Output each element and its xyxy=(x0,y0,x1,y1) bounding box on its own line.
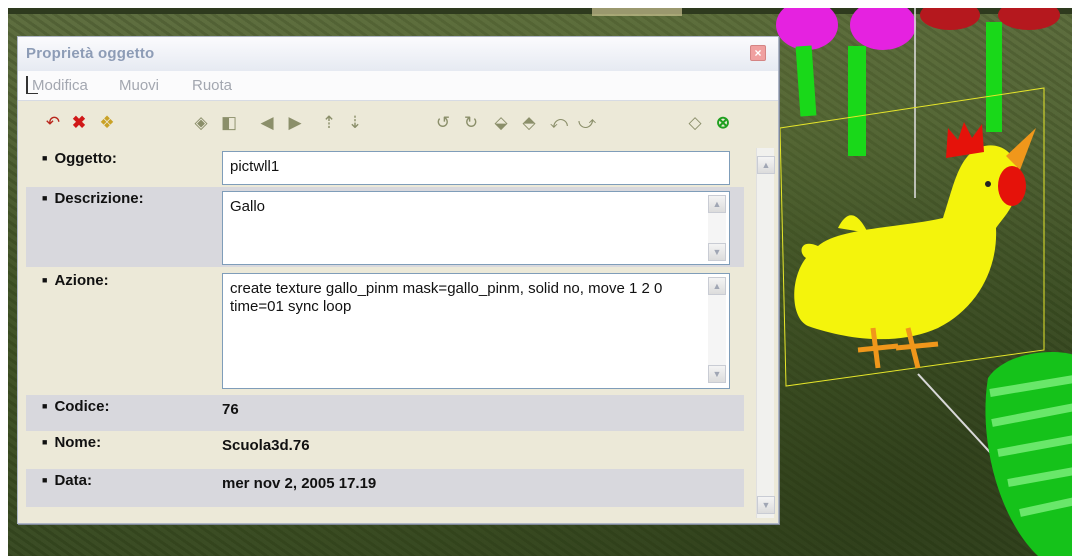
flower-red-2[interactable] xyxy=(998,8,1060,30)
green-striped-object[interactable] xyxy=(968,348,1072,556)
flower-red-1[interactable] xyxy=(920,8,980,30)
row-data: ■ Data: mer nov 2, 2005 17.19 xyxy=(26,469,744,507)
codice-value: 76 xyxy=(222,401,239,418)
menu-ruota[interactable]: Ruota xyxy=(192,77,232,94)
rooster-wattle xyxy=(998,166,1026,206)
window-title: Proprietà oggetto xyxy=(26,45,155,62)
oggetto-field[interactable]: pictwll1 xyxy=(222,151,730,185)
window-titlebar[interactable]: Proprietà oggetto × xyxy=(18,37,778,71)
roll-right-icon[interactable]: ⤻ xyxy=(576,111,598,133)
label-nome: ■ Nome: xyxy=(42,434,102,451)
label-codice: ■ Codice: xyxy=(42,398,110,415)
properties-grid: ■ Oggetto: pictwll1 ■ Descrizione: Gallo ▲… xyxy=(26,147,744,519)
menu-cursor xyxy=(26,76,28,94)
select-icon[interactable]: ⊗ xyxy=(712,111,734,133)
rooster-tail xyxy=(838,215,868,233)
move-up-icon[interactable]: ⇡ xyxy=(318,111,340,133)
descrizione-field[interactable]: Gallo xyxy=(222,191,730,265)
move-forward-icon[interactable]: ◀ xyxy=(256,111,278,133)
rooster-body xyxy=(794,145,1019,340)
properties-scrollbar[interactable]: ▲ ▼ xyxy=(756,148,775,518)
flower-magenta-1[interactable] xyxy=(776,8,838,50)
row-codice: ■ Codice: 76 xyxy=(26,395,744,431)
scroll-down-icon[interactable]: ▼ xyxy=(708,243,726,261)
rooster-eye xyxy=(985,181,991,187)
move-backward-icon[interactable]: ▶ xyxy=(284,111,306,133)
menu-bar: Modifica Muovi Ruota xyxy=(18,71,778,101)
label-descrizione: ■ Descrizione: xyxy=(42,190,144,207)
scroll-up-icon[interactable]: ▲ xyxy=(708,195,726,213)
menu-muovi[interactable]: Muovi xyxy=(119,77,159,94)
roll-left-icon[interactable]: ⤺ xyxy=(548,111,570,133)
duplicate-icon[interactable]: ❖ xyxy=(96,111,118,133)
world-object-top[interactable] xyxy=(592,8,682,16)
azione-scrollbar[interactable]: ▲ ▼ xyxy=(708,277,726,383)
descrizione-scrollbar[interactable]: ▲ ▼ xyxy=(708,195,726,261)
menu-modifica[interactable]: Modifica xyxy=(32,77,88,94)
row-descrizione: ■ Descrizione: Gallo ▲ ▼ xyxy=(26,187,744,267)
nome-value: Scuola3d.76 xyxy=(222,437,310,454)
tilt-forward-icon[interactable]: ⬙ xyxy=(490,111,512,133)
row-azione: ■ Azione: create texture gallo_pinm mask=… xyxy=(26,269,744,393)
scroll-down-icon[interactable]: ▼ xyxy=(757,496,775,514)
toolbar: ↶ ✖ ❖ ◈ ◧ ◀ ▶ ⇡ ⇣ ↺ ↻ ⬙ ⬘ ⤺ ⤻ ◇ ⊗ xyxy=(18,101,778,143)
scroll-up-icon[interactable]: ▲ xyxy=(757,156,775,174)
move-left-icon[interactable]: ◈ xyxy=(190,111,212,133)
rooster-comb xyxy=(946,122,984,158)
delete-icon[interactable]: ✖ xyxy=(68,111,90,133)
data-value: mer nov 2, 2005 17.19 xyxy=(222,475,377,492)
flower-magenta-2[interactable] xyxy=(850,8,916,50)
scroll-up-icon[interactable]: ▲ xyxy=(708,277,726,295)
reset-icon[interactable]: ◇ xyxy=(684,111,706,133)
azione-field[interactable]: create texture gallo_pinm mask=gallo_pin… xyxy=(222,273,730,389)
label-azione: ■ Azione: xyxy=(42,272,109,289)
scroll-down-icon[interactable]: ▼ xyxy=(708,365,726,383)
rotate-left-icon[interactable]: ↺ xyxy=(432,111,454,133)
label-data: ■ Data: xyxy=(42,472,92,489)
undo-icon[interactable]: ↶ xyxy=(42,111,64,133)
row-nome: ■ Nome: Scuola3d.76 xyxy=(26,431,744,469)
close-button[interactable]: × xyxy=(750,45,766,61)
object-properties-window: Proprietà oggetto × Modifica Muovi Ruota… xyxy=(17,36,779,524)
move-right-icon[interactable]: ◧ xyxy=(218,111,240,133)
rotate-right-icon[interactable]: ↻ xyxy=(460,111,482,133)
row-oggetto: ■ Oggetto: pictwll1 xyxy=(26,147,744,185)
move-down-icon[interactable]: ⇣ xyxy=(344,111,366,133)
tilt-backward-icon[interactable]: ⬘ xyxy=(518,111,540,133)
label-oggetto: ■ Oggetto: xyxy=(42,150,117,167)
